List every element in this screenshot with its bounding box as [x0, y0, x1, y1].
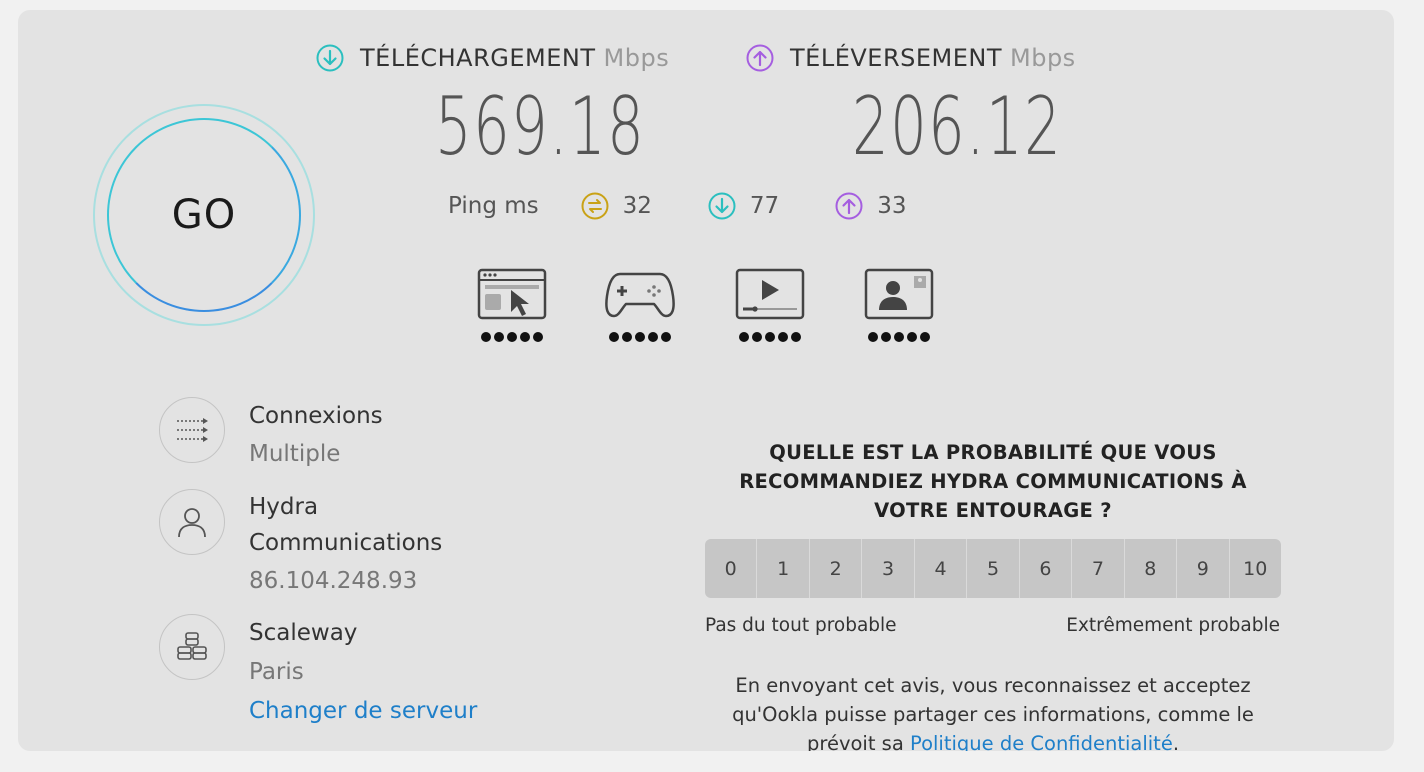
download-arrow-icon: [316, 44, 344, 72]
go-button[interactable]: GO: [93, 104, 315, 326]
nps-option-6[interactable]: 6: [1019, 539, 1073, 598]
isp-info: Hydra Communications 86.104.248.93: [159, 489, 442, 599]
server-name: Scaleway: [249, 620, 358, 646]
change-server-link[interactable]: Changer de serveur: [249, 692, 477, 731]
scale-low-label: Pas du tout probable: [705, 615, 897, 636]
server-location: Paris: [249, 659, 304, 685]
video-streaming-icon: [735, 268, 805, 320]
isp-name-line1: Hydra: [249, 494, 319, 520]
ping-idle: 32: [581, 192, 652, 220]
go-button-label: GO: [107, 118, 301, 312]
isp-ip: 86.104.248.93: [249, 568, 418, 594]
nps-option-0[interactable]: 0: [705, 539, 758, 598]
upload-arrow-icon: [746, 44, 774, 72]
activity-video-streaming: [734, 268, 806, 342]
nps-option-3[interactable]: 3: [862, 539, 915, 598]
ping-upload-value: 33: [877, 193, 907, 219]
download-unit: Mbps: [603, 44, 670, 72]
user-icon: [159, 489, 225, 555]
ping-row: Ping ms 32 77 33: [448, 192, 962, 220]
download-latency-icon: [708, 192, 736, 220]
upload-value: 206.12: [852, 80, 1063, 173]
upload-label: TÉLÉVERSEMENT: [790, 44, 1002, 72]
upload-latency-icon: [835, 192, 863, 220]
privacy-policy-link[interactable]: Politique de Confidentialité: [910, 732, 1173, 751]
survey-disclaimer: En envoyant cet avis, vous reconnaissez …: [698, 671, 1288, 751]
connections-title: Connexions: [249, 403, 383, 429]
gaming-rating: [604, 332, 676, 342]
server-info: Scaleway Paris Changer de serveur: [159, 614, 477, 731]
scale-high-label: Extrêmement probable: [1066, 615, 1280, 636]
nps-option-7[interactable]: 7: [1072, 539, 1125, 598]
speedtest-card: GO TÉLÉCHARGEMENT Mbps 569.18 TÉLÉVERSEM…: [18, 10, 1394, 751]
nps-option-5[interactable]: 5: [967, 539, 1020, 598]
download-label: TÉLÉCHARGEMENT: [360, 44, 596, 72]
disclaimer-suffix: .: [1172, 732, 1180, 751]
gaming-icon: [605, 272, 675, 318]
ping-idle-value: 32: [622, 193, 652, 219]
nps-option-8[interactable]: 8: [1124, 539, 1178, 598]
download-value: 569.18: [435, 80, 646, 173]
connections-info: Connexions Multiple: [159, 397, 383, 473]
ping-upload: 33: [835, 192, 906, 220]
connections-icon: [159, 397, 225, 463]
idle-latency-icon: [581, 192, 609, 220]
video-streaming-rating: [734, 332, 806, 342]
nps-option-4[interactable]: 4: [914, 539, 968, 598]
web-browsing-icon: [477, 268, 547, 320]
activity-gaming: [604, 268, 676, 342]
nps-option-1[interactable]: 1: [757, 539, 810, 598]
nps-option-10[interactable]: 10: [1229, 539, 1281, 598]
connections-value: Multiple: [249, 441, 341, 467]
web-browsing-rating: [476, 332, 548, 342]
upload-unit: Mbps: [1010, 44, 1076, 72]
server-icon: [159, 614, 225, 680]
video-chat-rating: [863, 332, 935, 342]
nps-option-9[interactable]: 9: [1177, 539, 1230, 598]
activity-web-browsing: [476, 268, 548, 342]
upload-header: TÉLÉVERSEMENT Mbps: [746, 44, 1076, 72]
ping-download-value: 77: [749, 193, 780, 219]
nps-scale: 0 1 2 3 4 5 6 7 8 9 10: [705, 539, 1281, 598]
ping-label: Ping ms: [448, 193, 539, 219]
activity-video-chat: [863, 268, 935, 342]
download-header: TÉLÉCHARGEMENT Mbps: [316, 44, 669, 72]
ping-download: 77: [708, 192, 779, 220]
survey-question: QUELLE EST LA PROBABILITÉ QUE VOUS RECOM…: [739, 441, 1247, 522]
nps-option-2[interactable]: 2: [809, 539, 863, 598]
isp-name-line2: Communications: [249, 530, 443, 556]
video-chat-icon: [864, 268, 934, 320]
